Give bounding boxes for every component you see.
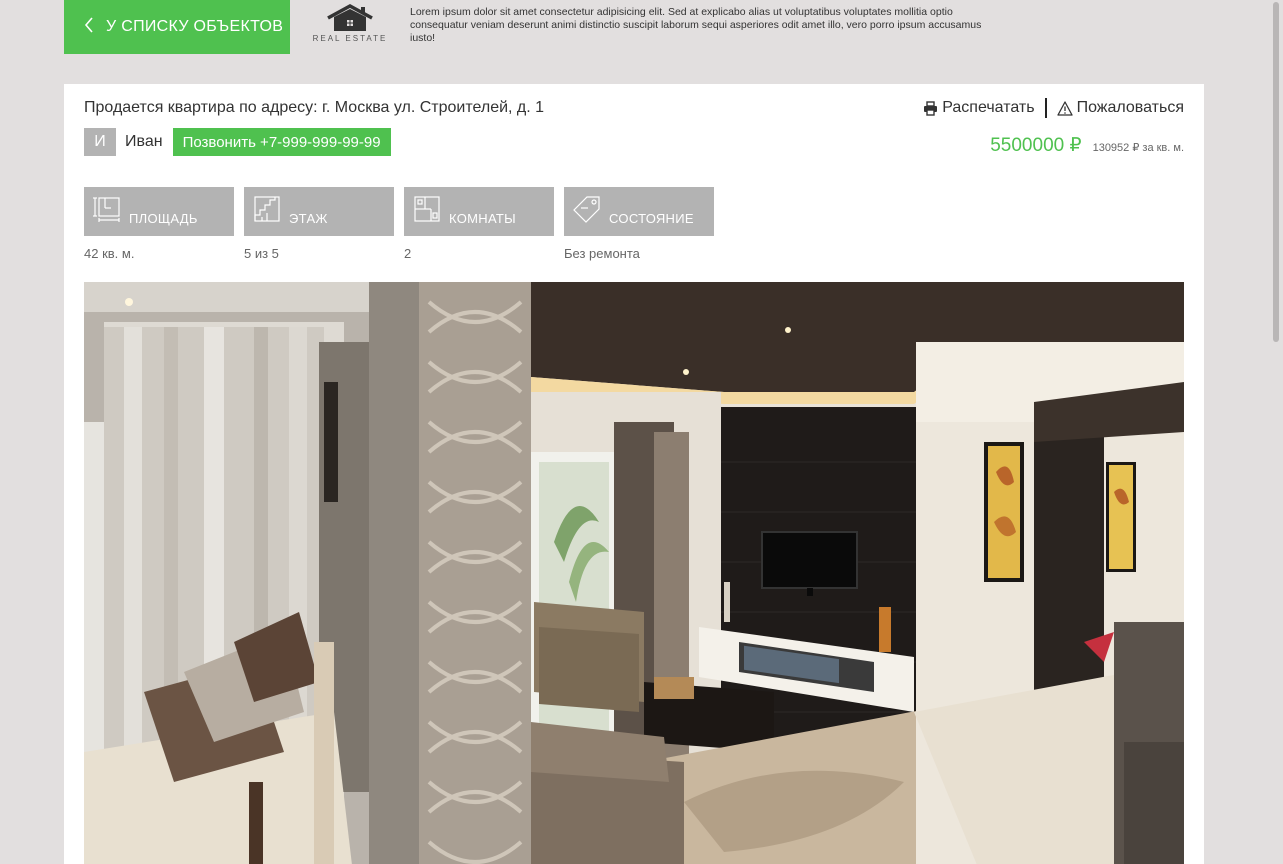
feature-tile-condition: СОСТОЯНИЕ bbox=[564, 187, 714, 236]
feature-label: СОСТОЯНИЕ bbox=[609, 211, 694, 226]
price-block: 5500000 ₽ 130952 ₽ за кв. м. bbox=[990, 134, 1184, 157]
floorplan-icon bbox=[413, 195, 441, 228]
back-to-list-label: У СПИСКУ ОБЪЕКТОВ bbox=[106, 18, 284, 35]
feature-tile-rooms: КОМНАТЫ bbox=[404, 187, 554, 236]
listing-card: Продается квартира по адресу: г. Москва … bbox=[64, 84, 1204, 864]
feature-value-area: 42 кв. м. bbox=[84, 246, 135, 261]
call-button[interactable]: Позвонить +7-999-999-99-99 bbox=[172, 128, 391, 156]
feature-value-rooms: 2 bbox=[404, 246, 412, 261]
report-label: Пожаловаться bbox=[1076, 99, 1184, 116]
house-logo-icon bbox=[327, 4, 373, 31]
feature-tile-area: ПЛОЩАДЬ bbox=[84, 187, 234, 236]
listing-actions: Распечатать Пожаловаться bbox=[923, 98, 1184, 118]
feature-tile-floor: ЭТАЖ bbox=[244, 187, 394, 236]
agent-contact: И Иван Позвонить +7-999-999-99-99 bbox=[84, 128, 391, 156]
feature-label: ЭТАЖ bbox=[289, 211, 328, 226]
actions-divider bbox=[1044, 98, 1047, 118]
listing-address: Продается квартира по адресу: г. Москва … bbox=[84, 99, 545, 116]
price-per-square-meter: 130952 ₽ за кв. м. bbox=[1092, 142, 1184, 154]
logo-text: REAL ESTATE bbox=[312, 34, 388, 43]
feature-label: КОМНАТЫ bbox=[449, 211, 516, 226]
scrollbar[interactable] bbox=[1269, 0, 1283, 864]
area-icon bbox=[93, 195, 121, 228]
scroll-thumb[interactable] bbox=[1273, 2, 1279, 342]
feature-value-condition: Без ремонта bbox=[564, 246, 640, 261]
feature-value-floor: 5 из 5 bbox=[244, 246, 279, 261]
back-to-list-button[interactable]: У СПИСКУ ОБЪЕКТОВ bbox=[64, 0, 290, 54]
listing-photo[interactable] bbox=[84, 282, 1184, 864]
report-link[interactable]: Пожаловаться bbox=[1056, 99, 1184, 117]
site-description: Lorem ipsum dolor sit amet consectetur a… bbox=[410, 6, 982, 44]
real-estate-logo[interactable]: REAL ESTATE bbox=[311, 4, 389, 48]
tag-icon bbox=[573, 195, 601, 228]
chevron-left-icon bbox=[84, 17, 94, 37]
stairs-icon bbox=[253, 195, 281, 228]
agent-name: Иван bbox=[125, 133, 163, 150]
printer-icon bbox=[924, 100, 938, 116]
agent-avatar: И bbox=[84, 128, 116, 156]
price: 5500000 ₽ bbox=[990, 135, 1082, 156]
feature-label: ПЛОЩАДЬ bbox=[129, 211, 198, 226]
print-label: Распечатать bbox=[942, 99, 1035, 116]
print-link[interactable]: Распечатать bbox=[923, 99, 1035, 117]
warning-icon bbox=[1056, 100, 1073, 116]
